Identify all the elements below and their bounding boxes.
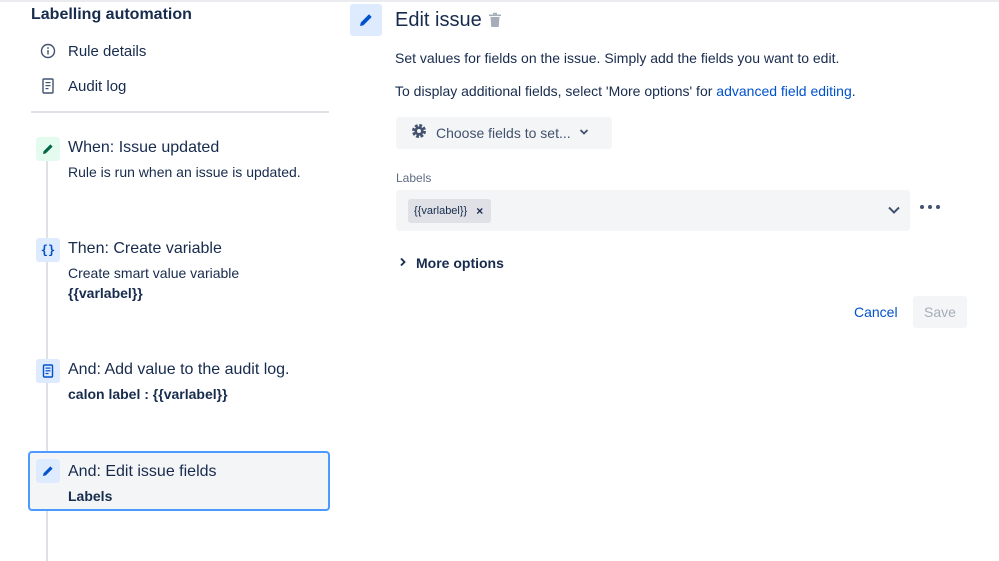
rule-step-create-variable[interactable]: {} Then: Create variable Create smart va… (28, 230, 330, 310)
panel-title: Edit issue (395, 9, 482, 31)
step-description: Rule is run when an issue is updated. (68, 164, 301, 180)
more-actions-icon[interactable] (920, 200, 940, 214)
rule-step-edit-issue[interactable]: And: Edit issue fields Labels (28, 451, 330, 511)
advanced-editing-hint: To display additional fields, select 'Mo… (395, 83, 856, 99)
rule-sidebar: Labelling automation Rule details Audit … (0, 0, 340, 561)
save-button[interactable]: Save (913, 296, 967, 328)
chevron-down-icon (579, 124, 589, 142)
gear-icon (410, 122, 428, 145)
advanced-field-editing-link[interactable]: advanced field editing (716, 83, 851, 99)
cancel-button[interactable]: Cancel (844, 296, 908, 328)
rule-step-audit-log[interactable]: And: Add value to the audit log. calon l… (28, 351, 330, 411)
nav-audit-log[interactable]: Audit log (38, 74, 126, 98)
rule-title: Labelling automation (31, 6, 192, 23)
step-title: And: Add value to the audit log. (68, 361, 290, 378)
nav-label: Rule details (68, 42, 147, 60)
remove-tag-icon[interactable]: × (476, 204, 483, 218)
rule-step-trigger[interactable]: When: Issue updated Rule is run when an … (28, 129, 330, 189)
info-icon (38, 41, 58, 61)
chevron-right-icon (398, 254, 408, 272)
pencil-icon (36, 459, 60, 483)
braces-icon: {} (36, 238, 60, 262)
step-title: Then: Create variable (68, 240, 222, 257)
trash-icon[interactable] (488, 12, 504, 30)
label-tag: {{varlabel}} × (408, 199, 492, 223)
labels-field-label: Labels (396, 171, 432, 185)
choose-fields-label: Choose fields to set... (436, 125, 571, 141)
choose-fields-button[interactable]: Choose fields to set... (396, 117, 612, 149)
step-description: Labels (68, 488, 113, 504)
edit-issue-panel: Edit issue Set values for fields on the … (340, 0, 999, 561)
labels-select[interactable]: {{varlabel}} × (396, 190, 910, 231)
step-description: Create smart value variable (68, 265, 240, 281)
more-options-toggle[interactable]: More options (398, 254, 504, 272)
nav-label: Audit log (68, 77, 127, 95)
pencil-icon (36, 137, 60, 161)
document-icon (38, 76, 58, 96)
step-title: When: Issue updated (68, 139, 220, 156)
sidebar-divider (31, 111, 329, 113)
step-variable-name: {{varlabel}} (68, 285, 143, 301)
panel-description: Set values for fields on the issue. Simp… (395, 50, 840, 66)
more-options-label: More options (416, 255, 504, 271)
step-description: calon label : {{varlabel}} (68, 386, 228, 402)
nav-rule-details[interactable]: Rule details (38, 39, 146, 63)
document-icon (36, 359, 60, 383)
pencil-icon (350, 4, 382, 36)
chevron-down-icon[interactable] (886, 202, 902, 223)
step-title: And: Edit issue fields (68, 463, 217, 480)
label-tag-text: {{varlabel}} (414, 205, 468, 217)
